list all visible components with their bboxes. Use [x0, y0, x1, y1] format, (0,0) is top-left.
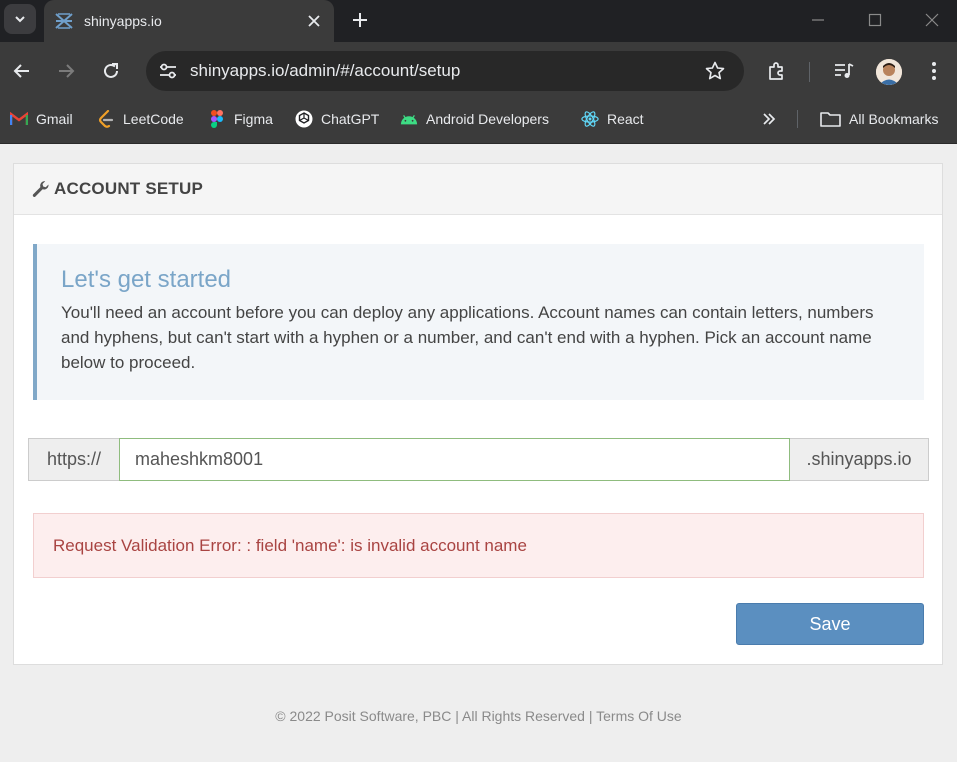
all-bookmarks-button[interactable]: All Bookmarks — [819, 108, 938, 130]
bookmarks-bar: Gmail LeetCode Figma ChatGPT Android Dev… — [0, 100, 957, 144]
bookmark-label: React — [607, 111, 644, 127]
tab-search-button[interactable] — [4, 4, 36, 34]
profile-avatar[interactable] — [876, 59, 902, 85]
account-setup-panel: ACCOUNT SETUP Let's get started You'll n… — [13, 163, 943, 665]
page-footer: © 2022 Posit Software, PBC | All Rights … — [0, 708, 957, 724]
react-icon — [581, 110, 599, 128]
account-name-input[interactable] — [119, 438, 790, 481]
tune-icon — [160, 63, 176, 79]
plus-icon — [353, 13, 367, 27]
extensions-button[interactable] — [762, 56, 792, 86]
android-icon — [400, 110, 418, 128]
url-text[interactable]: shinyapps.io/admin/#/account/setup — [186, 61, 700, 81]
intro-callout: Let's get started You'll need an account… — [33, 244, 924, 400]
panel-heading: ACCOUNT SETUP — [14, 164, 942, 215]
url-suffix-addon: .shinyapps.io — [790, 438, 929, 481]
page-title: ACCOUNT SETUP — [54, 179, 203, 198]
reload-button[interactable] — [96, 56, 126, 86]
window-close-button[interactable] — [918, 6, 946, 34]
reload-icon — [104, 63, 118, 78]
bookmark-star-button[interactable] — [700, 56, 730, 86]
error-message: Request Validation Error: : field 'name'… — [53, 535, 527, 555]
star-icon — [705, 61, 725, 80]
site-info-button[interactable] — [150, 56, 186, 86]
browser-menu-button[interactable] — [919, 56, 949, 86]
account-name-input-group: https:// .shinyapps.io — [28, 438, 929, 481]
puzzle-icon — [769, 62, 783, 80]
bookmarks-divider — [797, 110, 798, 128]
tab-title: shinyapps.io — [84, 13, 162, 29]
bookmark-figma[interactable]: Figma — [208, 108, 273, 130]
gmail-icon — [10, 110, 28, 128]
avatar-icon — [876, 59, 902, 85]
address-bar[interactable]: shinyapps.io/admin/#/account/setup — [146, 51, 744, 91]
footer-copyright: © 2022 Posit Software, PBC | All Rights … — [275, 708, 593, 724]
browser-tab-strip: shinyapps.io — [0, 0, 957, 42]
toolbar-divider — [809, 62, 810, 82]
intro-text: You'll need an account before you can de… — [61, 303, 874, 372]
folder-icon — [819, 110, 841, 128]
maximize-icon — [868, 13, 882, 27]
bookmark-label: Figma — [234, 111, 273, 127]
browser-tab-active[interactable]: shinyapps.io — [44, 0, 334, 42]
tab-close-button[interactable] — [300, 7, 328, 35]
chatgpt-icon — [295, 110, 313, 128]
validation-error-alert: Request Validation Error: : field 'name'… — [33, 513, 924, 578]
save-button[interactable]: Save — [736, 603, 924, 645]
arrow-right-icon — [59, 64, 75, 78]
figma-icon — [208, 110, 226, 128]
close-icon — [308, 15, 320, 27]
intro-heading: Let's get started — [61, 266, 232, 293]
bookmark-leetcode[interactable]: LeetCode — [97, 108, 184, 130]
close-icon — [925, 13, 939, 27]
bookmark-label: Gmail — [36, 111, 73, 127]
wrench-icon — [32, 180, 50, 198]
bookmark-label: Android Developers — [426, 111, 549, 127]
bookmarks-overflow-button[interactable] — [756, 107, 782, 131]
arrow-left-icon — [13, 64, 29, 78]
forward-button[interactable] — [51, 56, 81, 86]
minimize-button[interactable] — [804, 6, 832, 34]
all-bookmarks-label: All Bookmarks — [849, 111, 939, 127]
bookmark-label: LeetCode — [123, 111, 184, 127]
bookmark-label: ChatGPT — [321, 111, 380, 127]
bookmark-react[interactable]: React — [581, 108, 644, 130]
new-tab-button[interactable] — [346, 6, 374, 34]
bookmark-chatgpt[interactable]: ChatGPT — [295, 108, 379, 130]
bookmark-gmail[interactable]: Gmail — [10, 108, 73, 130]
shinyapps-favicon-icon — [54, 11, 74, 31]
terms-of-use-link[interactable]: Terms Of Use — [596, 708, 682, 724]
media-control-button[interactable] — [829, 56, 859, 86]
browser-toolbar: shinyapps.io/admin/#/account/setup — [0, 42, 957, 100]
minimize-icon — [812, 19, 824, 21]
leetcode-icon — [97, 110, 115, 128]
bookmark-android-developers[interactable]: Android Developers — [400, 108, 549, 130]
more-vert-icon — [932, 62, 936, 80]
back-button[interactable] — [7, 56, 37, 86]
maximize-button[interactable] — [861, 6, 889, 34]
playlist-icon — [835, 63, 854, 78]
chevron-down-icon — [15, 16, 25, 23]
double-chevron-right-icon — [763, 113, 776, 125]
url-prefix-addon: https:// — [28, 438, 119, 481]
